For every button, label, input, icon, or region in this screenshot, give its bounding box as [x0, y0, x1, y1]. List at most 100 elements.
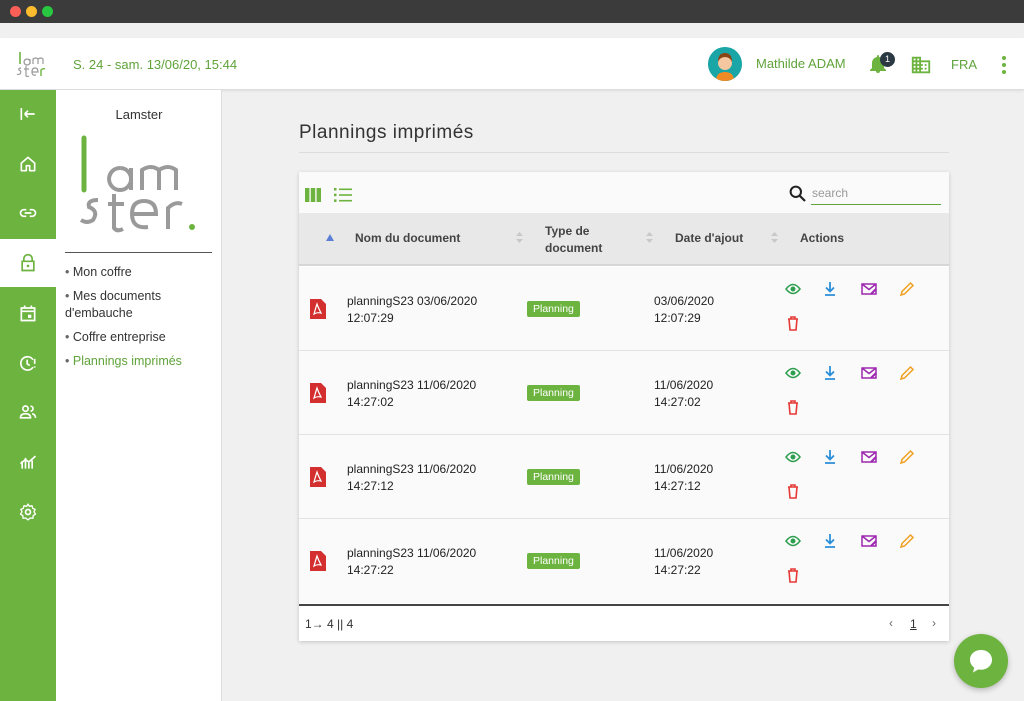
rail-home[interactable] [0, 140, 56, 188]
table-row[interactable]: planningS23 11/06/2020 14:27:12 Planning… [299, 435, 949, 519]
document-name-line1: planningS23 11/06/2020 [347, 378, 477, 392]
document-name-line2: 14:27:12 [347, 479, 394, 493]
pagination-prev-button[interactable]: ‹ [889, 616, 893, 630]
date-added-line2: 12:07:29 [654, 311, 701, 325]
download-icon[interactable] [822, 533, 838, 549]
table-row[interactable]: planningS23 03/06/2020 12:07:29 Planning… [299, 267, 949, 351]
send-mail-icon[interactable] [861, 449, 877, 465]
document-name[interactable]: planningS23 11/06/2020 14:27:12 [347, 461, 497, 495]
section-sidebar: Lamster • Mon coffre • Mes documents d'e… [56, 90, 222, 701]
page-title: Plannings imprimés [299, 122, 474, 143]
date-added-line2: 14:27:12 [654, 479, 701, 493]
rail-people[interactable] [0, 388, 56, 436]
chart-icon [19, 455, 37, 469]
column-header-type-line2: document [545, 241, 603, 255]
lamster-logo[interactable] [16, 50, 48, 80]
window-close-button[interactable] [10, 6, 21, 17]
edit-icon[interactable] [899, 533, 915, 549]
link-icon [19, 208, 37, 218]
people-icon [19, 405, 37, 419]
date-added-line1: 11/06/2020 [654, 462, 714, 476]
view-icon[interactable] [785, 281, 801, 297]
document-name[interactable]: planningS23 11/06/2020 14:27:02 [347, 377, 497, 411]
avatar[interactable] [708, 47, 742, 81]
subnav-divider [65, 252, 212, 253]
subnav-item-plannings-imprimes[interactable]: • Plannings imprimés [65, 353, 215, 370]
download-icon[interactable] [822, 281, 838, 297]
chat-button[interactable] [954, 634, 1008, 688]
date-added-line1: 11/06/2020 [654, 546, 714, 560]
view-icon[interactable] [785, 533, 801, 549]
sort-ascending-icon[interactable] [326, 234, 334, 241]
pdf-file-icon [310, 551, 326, 571]
rail-time[interactable] [0, 339, 56, 387]
subnav-item-documents-embauche[interactable]: • Mes documents d'embauche [65, 288, 215, 322]
rail-collapse[interactable] [0, 90, 56, 138]
edit-icon[interactable] [899, 449, 915, 465]
sort-icon[interactable] [771, 232, 778, 243]
search-input[interactable] [811, 181, 941, 205]
icon-rail [0, 90, 56, 701]
send-mail-icon[interactable] [861, 365, 877, 381]
list-view-icon[interactable] [334, 187, 352, 203]
window-maximize-button[interactable] [42, 6, 53, 17]
table-footer: 1→ 4 || 4 ‹ 1 › [299, 604, 949, 641]
top-header: S. 24 - sam. 13/06/20, 15:44 Mathilde AD… [0, 38, 1024, 90]
document-name-line1: planningS23 11/06/2020 [347, 462, 477, 476]
pagination-page-1[interactable]: 1 [910, 617, 917, 631]
title-divider [299, 152, 949, 153]
header-date: S. 24 - sam. 13/06/20, 15:44 [73, 57, 238, 72]
more-vert-icon[interactable] [998, 54, 1010, 76]
type-badge: Planning [527, 469, 580, 485]
table-row[interactable]: planningS23 11/06/2020 14:27:22 Planning… [299, 519, 949, 603]
document-name[interactable]: planningS23 03/06/2020 12:07:29 [347, 293, 497, 327]
date-added-line1: 11/06/2020 [654, 378, 714, 392]
subnav-item-coffre-entreprise[interactable]: • Coffre entreprise [65, 329, 215, 346]
subnav-item-mon-coffre[interactable]: • Mon coffre [65, 264, 215, 281]
collapse-icon [20, 108, 35, 120]
rail-settings[interactable] [0, 488, 56, 536]
edit-icon[interactable] [899, 281, 915, 297]
rail-calendar[interactable] [0, 289, 56, 337]
delete-icon[interactable] [785, 399, 801, 415]
delete-icon[interactable] [785, 567, 801, 583]
columns-view-icon[interactable] [305, 188, 321, 202]
document-name-line2: 14:27:22 [347, 563, 394, 577]
column-header-date[interactable]: Date d'ajout [675, 230, 743, 247]
search-icon[interactable] [789, 185, 806, 202]
table-toolbar [299, 172, 949, 213]
sort-icon[interactable] [646, 232, 653, 243]
download-icon[interactable] [822, 449, 838, 465]
column-header-type[interactable]: Type de document [545, 223, 602, 257]
home-icon [20, 156, 36, 172]
rail-links[interactable] [0, 189, 56, 237]
download-icon[interactable] [822, 365, 838, 381]
send-mail-icon[interactable] [861, 533, 877, 549]
date-added-line1: 03/06/2020 [654, 294, 715, 308]
table-row[interactable]: planningS23 11/06/2020 14:27:02 Planning… [299, 351, 949, 435]
subnav-item-label: Coffre entreprise [72, 330, 166, 344]
pdf-file-icon [310, 383, 326, 403]
lock-icon [21, 253, 35, 272]
view-icon[interactable] [785, 449, 801, 465]
delete-icon[interactable] [785, 483, 801, 499]
document-name[interactable]: planningS23 11/06/2020 14:27:22 [347, 545, 497, 579]
view-icon[interactable] [785, 365, 801, 381]
date-added-line2: 14:27:22 [654, 563, 701, 577]
language-selector[interactable]: FRA [951, 57, 977, 72]
edit-icon[interactable] [899, 365, 915, 381]
rail-vault[interactable] [0, 239, 56, 287]
sort-icon[interactable] [516, 232, 523, 243]
document-name-line1: planningS23 11/06/2020 [347, 546, 477, 560]
subnav-title: Lamster [115, 107, 163, 122]
user-name[interactable]: Mathilde ADAM [756, 56, 846, 71]
send-mail-icon[interactable] [861, 281, 877, 297]
pdf-file-icon [310, 467, 326, 487]
rail-stats[interactable] [0, 438, 56, 486]
date-added: 11/06/2020 14:27:02 [654, 377, 754, 411]
pagination-next-button[interactable]: › [932, 616, 936, 630]
building-icon[interactable] [910, 54, 932, 76]
window-minimize-button[interactable] [26, 6, 37, 17]
delete-icon[interactable] [785, 315, 801, 331]
column-header-name[interactable]: Nom du document [355, 230, 460, 247]
